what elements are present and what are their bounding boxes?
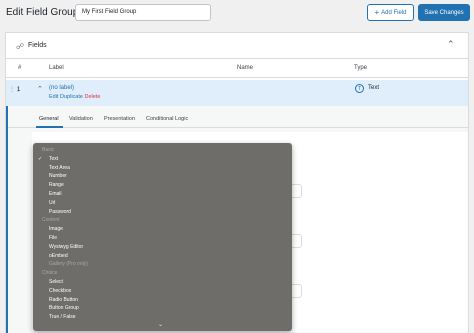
table-header-divider [6, 77, 468, 78]
dropdown-group-label: Choice [42, 270, 58, 277]
dropdown-option[interactable]: oEmbed [33, 252, 292, 261]
settings-tabs: General Validation Presentation Conditio… [8, 112, 468, 128]
dropdown-option-label: Wysiwyg Editor [49, 243, 84, 250]
field-group-title-input[interactable]: My First Field Group [75, 4, 211, 21]
field-row-actions: Edit Duplicate Delete [49, 94, 100, 100]
dropdown-option[interactable]: Wysiwyg Editor [33, 243, 292, 252]
dropdown-option[interactable]: Password [33, 208, 292, 217]
checkmark-icon: ✓ [38, 155, 43, 162]
dropdown-option-label: True / False [49, 314, 76, 321]
dropdown-option-label: Image [49, 226, 63, 233]
fields-panel-header[interactable]: ☍ Fields ⌃ [6, 33, 468, 59]
field-order-number: 1 [17, 87, 21, 93]
tab-validation[interactable]: Validation [69, 116, 93, 122]
dropdown-group-label: Basic [42, 147, 55, 153]
tab-conditional-logic[interactable]: Conditional Logic [146, 116, 188, 122]
dropdown-option-label: Text Area [49, 164, 70, 171]
active-tab-indicator [36, 126, 63, 128]
chevron-down-icon[interactable]: ⌄ [158, 321, 163, 328]
dropdown-option[interactable]: Radio Button [33, 296, 292, 305]
dropdown-option-label: File [49, 235, 58, 241]
dropdown-option-label: Select [49, 279, 63, 285]
dropdown-option[interactable]: Button Group [33, 304, 292, 313]
dropdown-option[interactable]: Select [33, 278, 292, 287]
dropdown-option[interactable]: Text Area [33, 164, 292, 173]
text-type-icon: T [355, 84, 364, 93]
add-field-button[interactable]: + Add Field [367, 4, 414, 21]
duplicate-field-link[interactable]: Duplicate [60, 94, 83, 100]
save-changes-button[interactable]: Save Changes [418, 4, 470, 21]
dropdown-option[interactable]: Url [33, 199, 292, 208]
column-header-number: # [18, 65, 22, 71]
dropdown-option-label: Radio Button [49, 296, 78, 303]
add-field-label: Add Field [381, 9, 407, 16]
dropdown-option-label: Button Group [49, 305, 79, 312]
dropdown-option-label: oEmbed [49, 252, 68, 259]
field-row[interactable]: ⋮⋮ 1 ⌃ (no label) Edit Duplicate Delete … [6, 80, 468, 106]
page-title: Edit Field Group [6, 7, 79, 18]
dropdown-option[interactable]: Checkbox [33, 287, 292, 296]
dropdown-option-label: Password [49, 208, 71, 215]
field-type: Text [368, 85, 380, 91]
edit-field-link[interactable]: Edit [49, 94, 58, 100]
delete-field-link[interactable]: Delete [84, 94, 100, 100]
link-icon: ☍ [16, 42, 25, 51]
dropdown-option[interactable]: Email [33, 190, 292, 199]
dropdown-option[interactable]: Text ✓ [33, 155, 292, 164]
dropdown-option[interactable]: File [33, 234, 292, 243]
column-header-type: Type [354, 65, 368, 71]
field-label-link[interactable]: (no label) [49, 85, 74, 91]
dropdown-option-label: Email [49, 191, 62, 197]
dropdown-option[interactable]: Number [33, 172, 292, 181]
field-type-dropdown[interactable]: Basic Text ✓ Text Area Number Range Email Url Pa… [33, 143, 292, 331]
chevron-up-icon[interactable]: ⌃ [447, 39, 455, 50]
dropdown-option-label: Range [49, 182, 64, 189]
plus-icon: + [374, 7, 380, 17]
dropdown-option-label: Text [49, 155, 59, 162]
tab-presentation[interactable]: Presentation [104, 116, 135, 122]
column-header-name: Name [237, 65, 254, 71]
chevron-up-icon[interactable]: ⌃ [37, 85, 43, 93]
dropdown-group-label: Content [42, 217, 60, 224]
dropdown-option[interactable]: Range [33, 181, 292, 190]
dropdown-option-label: Gallery (Pro only) [49, 261, 88, 268]
dropdown-option: Gallery (Pro only) [33, 260, 292, 269]
tab-general[interactable]: General [39, 116, 59, 122]
fields-panel-title: Fields [28, 42, 47, 49]
column-header-label: Label [49, 65, 64, 71]
dropdown-option-label: Checkbox [49, 287, 72, 294]
dropdown-option[interactable]: Image [33, 225, 292, 234]
top-bar: Edit Field Group My First Field Group + … [0, 0, 474, 26]
dropdown-option-label: Number [49, 173, 67, 180]
dropdown-option-label: Url [49, 199, 56, 206]
